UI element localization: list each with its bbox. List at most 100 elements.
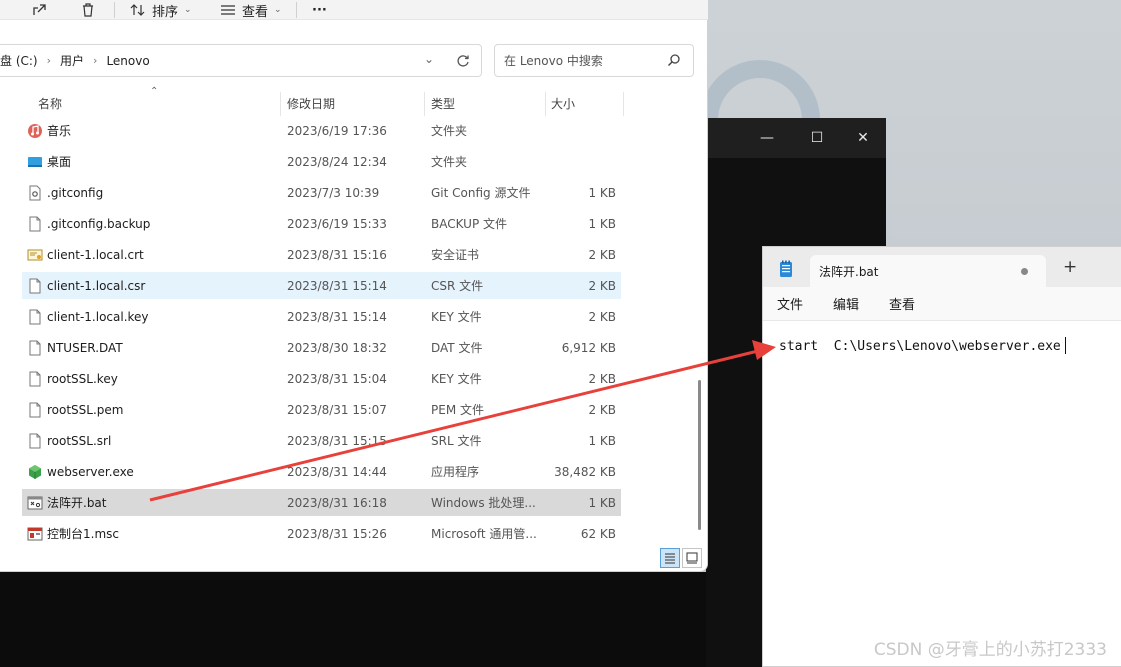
- notepad-tabbar: 法阵开.bat +: [763, 247, 1121, 287]
- file-row[interactable]: rootSSL.srl 2023/8/31 15:15 SRL 文件 1 KB: [22, 427, 621, 454]
- file-name: client-1.local.crt: [47, 247, 144, 262]
- new-tab-button[interactable]: +: [1063, 259, 1077, 276]
- search-input[interactable]: 在 Lenovo 中搜索: [494, 44, 694, 77]
- file-row[interactable]: rootSSL.pem 2023/8/31 15:07 PEM 文件 2 KB: [22, 396, 621, 423]
- file-type: 文件夹: [431, 155, 468, 169]
- file-row[interactable]: rootSSL.key 2023/8/31 15:04 KEY 文件 2 KB: [22, 365, 621, 392]
- file-name: 音乐: [47, 124, 72, 138]
- file-type: Git Config 源文件: [431, 186, 531, 200]
- file-row[interactable]: 音乐 2023/6/19 17:36 文件夹: [22, 117, 621, 144]
- music-folder-icon: [27, 123, 43, 139]
- file-icon: [27, 278, 43, 294]
- breadcrumb-drive[interactable]: 磁盘 (C:): [0, 52, 38, 69]
- column-header-name[interactable]: 名称: [38, 90, 62, 116]
- delete-button[interactable]: [80, 0, 96, 20]
- address-history-dropdown-icon[interactable]: ⌄: [424, 52, 434, 66]
- file-row[interactable]: client-1.local.crt 2023/8/31 15:16 安全证书 2 K…: [22, 241, 621, 268]
- breadcrumb-lenovo[interactable]: Lenovo: [106, 54, 149, 68]
- sort-button[interactable]: 排序 ⌄: [130, 0, 192, 20]
- column-header-date[interactable]: 修改日期: [287, 90, 335, 116]
- file-modified-date: 2023/8/31 16:18: [287, 495, 387, 510]
- file-type: SRL 文件: [431, 434, 482, 448]
- file-row[interactable]: 法阵开.bat 2023/8/31 16:18 Windows 批处理... 1 KB: [22, 489, 621, 516]
- menu-view[interactable]: 查看: [889, 292, 915, 315]
- file-size: 1 KB: [588, 185, 616, 200]
- breadcrumb-users[interactable]: 用户: [60, 52, 84, 69]
- file-icon: [27, 371, 43, 387]
- file-modified-date: 2023/7/3 10:39: [287, 185, 380, 200]
- notepad-tab[interactable]: 法阵开.bat: [810, 255, 1046, 287]
- file-row[interactable]: 桌面 2023/8/24 12:34 文件夹: [22, 148, 621, 175]
- file-row[interactable]: webserver.exe 2023/8/31 14:44 应用程序 38,482 K…: [22, 458, 621, 485]
- file-row[interactable]: .gitconfig 2023/7/3 10:39 Git Config 源文件 1 …: [22, 179, 621, 206]
- file-name: rootSSL.srl: [47, 433, 112, 448]
- more-options-button[interactable]: ···: [312, 0, 327, 20]
- file-type: DAT 文件: [431, 341, 483, 355]
- scrollbar-thumb[interactable]: [698, 380, 701, 530]
- file-row[interactable]: client-1.local.key 2023/8/31 15:14 KEY 文件 2…: [22, 303, 621, 330]
- file-name: webserver.exe: [47, 464, 134, 479]
- trash-icon: [83, 3, 93, 17]
- tiles-view-button[interactable]: [682, 548, 702, 568]
- column-header-type[interactable]: 类型: [431, 90, 455, 116]
- file-modified-date: 2023/8/31 15:14: [287, 278, 387, 293]
- unsaved-dot-icon[interactable]: [1021, 268, 1028, 275]
- chevron-down-icon: ⌄: [274, 5, 282, 15]
- file-type: KEY 文件: [431, 310, 482, 324]
- file-type: 安全证书: [431, 248, 480, 262]
- notepad-editor[interactable]: start C:\Users\Lenovo\webserver.exe: [779, 337, 1066, 354]
- minimize-button[interactable]: —: [744, 118, 790, 158]
- notepad-menubar: 文件 编辑 查看: [763, 287, 1121, 321]
- file-row[interactable]: client-1.local.csr 2023/8/31 15:14 CSR 文件 2…: [22, 272, 621, 299]
- column-divider[interactable]: [545, 92, 546, 116]
- terminal-titlebar[interactable]: — ☐ ✕: [706, 118, 886, 158]
- chevron-down-icon: ⌄: [184, 5, 192, 15]
- file-type: CSR 文件: [431, 279, 484, 293]
- config-file-icon: [27, 185, 43, 201]
- file-modified-date: 2023/6/19 15:33: [287, 216, 387, 231]
- share-icon: [33, 4, 46, 15]
- view-mode-switcher: [660, 548, 702, 568]
- menu-edit[interactable]: 编辑: [833, 292, 859, 315]
- column-divider[interactable]: [623, 92, 624, 116]
- msc-console-icon: [27, 526, 43, 542]
- file-name: 法阵开.bat: [47, 496, 107, 510]
- notepad-app-icon: [780, 260, 792, 277]
- file-type: KEY 文件: [431, 372, 482, 386]
- file-name: rootSSL.key: [47, 371, 118, 386]
- file-size: 2 KB: [588, 371, 616, 386]
- file-icon: [27, 309, 43, 325]
- maximize-button[interactable]: ☐: [794, 118, 840, 158]
- file-modified-date: 2023/8/31 15:07: [287, 402, 387, 417]
- column-divider[interactable]: [424, 92, 425, 116]
- file-name: 控制台1.msc: [47, 527, 119, 541]
- close-button[interactable]: ✕: [840, 118, 886, 158]
- file-row[interactable]: .gitconfig.backup 2023/6/19 15:33 BACKUP 文…: [22, 210, 621, 237]
- sort-label: 排序: [152, 4, 179, 20]
- file-size: 38,482 KB: [554, 464, 616, 479]
- menu-file[interactable]: 文件: [777, 292, 803, 315]
- sort-icon: [130, 4, 145, 16]
- file-size: 1 KB: [588, 495, 616, 510]
- desktop-folder-icon: [27, 154, 43, 170]
- file-row[interactable]: NTUSER.DAT 2023/8/30 18:32 DAT 文件 6,912 KB: [22, 334, 621, 361]
- file-icon: [27, 433, 43, 449]
- view-list-icon: [221, 5, 235, 15]
- details-view-button[interactable]: [660, 548, 680, 568]
- file-icon: [27, 340, 43, 356]
- notepad-tab-title: 法阵开.bat: [819, 264, 879, 279]
- share-button[interactable]: [32, 0, 48, 20]
- address-bar[interactable]: 磁盘 (C:) › 用户 › Lenovo ⌄: [0, 44, 482, 77]
- editor-content: start C:\Users\Lenovo\webserver.exe: [779, 339, 1061, 354]
- file-name: client-1.local.key: [47, 309, 149, 324]
- column-header-size[interactable]: 大小: [551, 90, 575, 116]
- column-divider[interactable]: [280, 92, 281, 116]
- refresh-icon[interactable]: [456, 54, 470, 68]
- file-modified-date: 2023/8/31 15:16: [287, 247, 387, 262]
- file-name: .gitconfig: [47, 185, 104, 200]
- file-row[interactable]: 控制台1.msc 2023/8/31 15:26 Microsoft 通用管... 6…: [22, 520, 621, 547]
- toolbar-divider: [296, 2, 297, 18]
- exe-cube-icon: [27, 464, 43, 480]
- file-modified-date: 2023/8/31 15:04: [287, 371, 387, 386]
- view-button[interactable]: 查看 ⌄: [220, 0, 282, 20]
